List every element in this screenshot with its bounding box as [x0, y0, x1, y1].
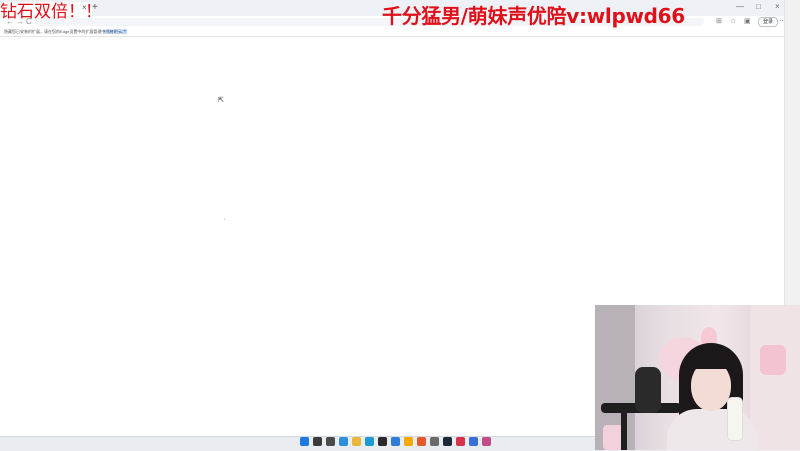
overlay-promo-right: 千分猛男/萌妹声优陪v:wlpwd66	[382, 4, 685, 28]
notes-icon[interactable]	[404, 437, 413, 446]
webcam-mic-stand	[621, 409, 627, 450]
mouse-cursor-icon: ⇱	[218, 97, 224, 104]
edge-icon[interactable]	[365, 437, 374, 446]
steam-icon[interactable]	[443, 437, 452, 446]
webcam-person-body	[667, 409, 757, 450]
favorites-icon[interactable]: ☆	[730, 17, 736, 27]
webcam-microphone	[635, 367, 661, 413]
music-icon[interactable]	[456, 437, 465, 446]
overlay-promo-left: 钻石双倍！！	[0, 2, 102, 22]
windows-start-icon[interactable]	[300, 437, 309, 446]
info-bar-link[interactable]: 立即前往设置	[103, 29, 127, 34]
webcam-shelf	[750, 305, 800, 450]
maximize-icon[interactable]: □	[756, 3, 761, 11]
chat-icon[interactable]	[469, 437, 478, 446]
media-icon[interactable]	[482, 437, 491, 446]
extensions-icon[interactable]: ⊞	[716, 17, 722, 27]
task-view-icon[interactable]	[326, 437, 335, 446]
content-dot	[224, 219, 225, 220]
terminal-icon[interactable]	[378, 437, 387, 446]
store-icon[interactable]	[391, 437, 400, 446]
close-window-icon[interactable]: ×	[775, 3, 780, 11]
collections-icon[interactable]: ▣	[744, 17, 751, 27]
settings-icon[interactable]	[430, 437, 439, 446]
file-explorer-icon[interactable]	[352, 437, 361, 446]
search-icon[interactable]	[313, 437, 322, 446]
webcam-chair	[603, 425, 623, 450]
widgets-icon[interactable]	[339, 437, 348, 446]
webcam-overlay	[595, 305, 800, 450]
game-icon[interactable]	[417, 437, 426, 446]
login-button[interactable]: 登录	[758, 17, 778, 27]
webcam-shelf-plush	[760, 345, 786, 375]
minimize-icon[interactable]: —	[736, 3, 744, 11]
webcam-bottle	[727, 397, 743, 441]
